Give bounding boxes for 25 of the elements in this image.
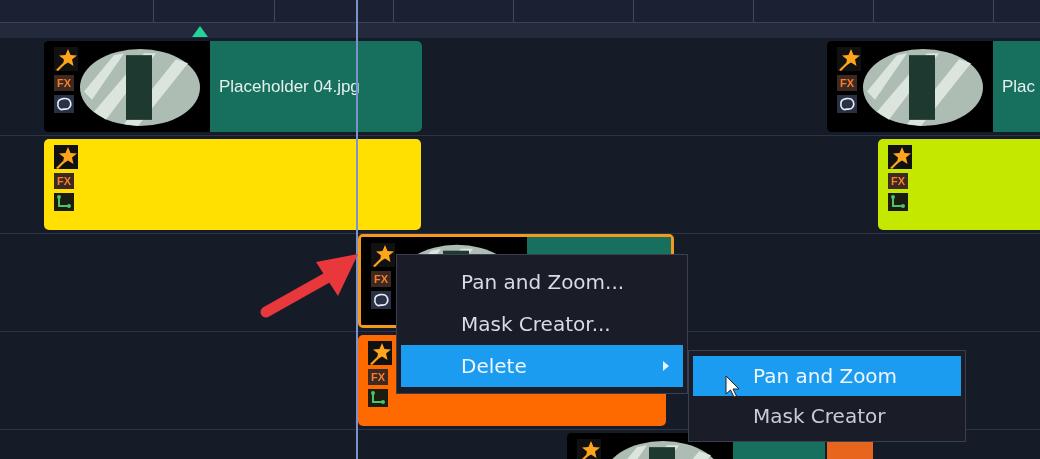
path-icon[interactable]: [54, 193, 74, 211]
fx-badge[interactable]: FX: [837, 75, 858, 91]
mask-icon[interactable]: [837, 95, 857, 113]
clip-label: Plac: [1002, 76, 1036, 97]
mask-icon[interactable]: [54, 95, 74, 113]
menu-item[interactable]: Mask Creator: [693, 396, 961, 436]
color-clip[interactable]: FX: [878, 139, 1040, 230]
marker-icon[interactable]: [192, 26, 208, 37]
path-icon[interactable]: [368, 389, 388, 407]
color-clip[interactable]: FX: [44, 139, 421, 230]
fx-badge[interactable]: FX: [888, 173, 909, 189]
photo-clip[interactable]: FX Plac: [827, 41, 1040, 132]
menu-item[interactable]: Delete: [401, 345, 683, 387]
cursor-icon: [725, 375, 741, 399]
fx-badge[interactable]: FX: [371, 271, 392, 287]
menu-item[interactable]: Pan and Zoom...: [401, 261, 683, 303]
fx-badge[interactable]: FX: [54, 75, 75, 91]
menu-item[interactable]: Mask Creator...: [401, 303, 683, 345]
fx-badge[interactable]: FX: [368, 369, 389, 385]
star-icon[interactable]: [577, 439, 601, 459]
submenu-arrow-icon: [663, 361, 669, 371]
path-icon[interactable]: [888, 193, 908, 211]
menu-item[interactable]: Pan and Zoom: [693, 356, 961, 396]
fx-badge[interactable]: FX: [54, 173, 75, 189]
mask-icon[interactable]: [371, 291, 391, 309]
